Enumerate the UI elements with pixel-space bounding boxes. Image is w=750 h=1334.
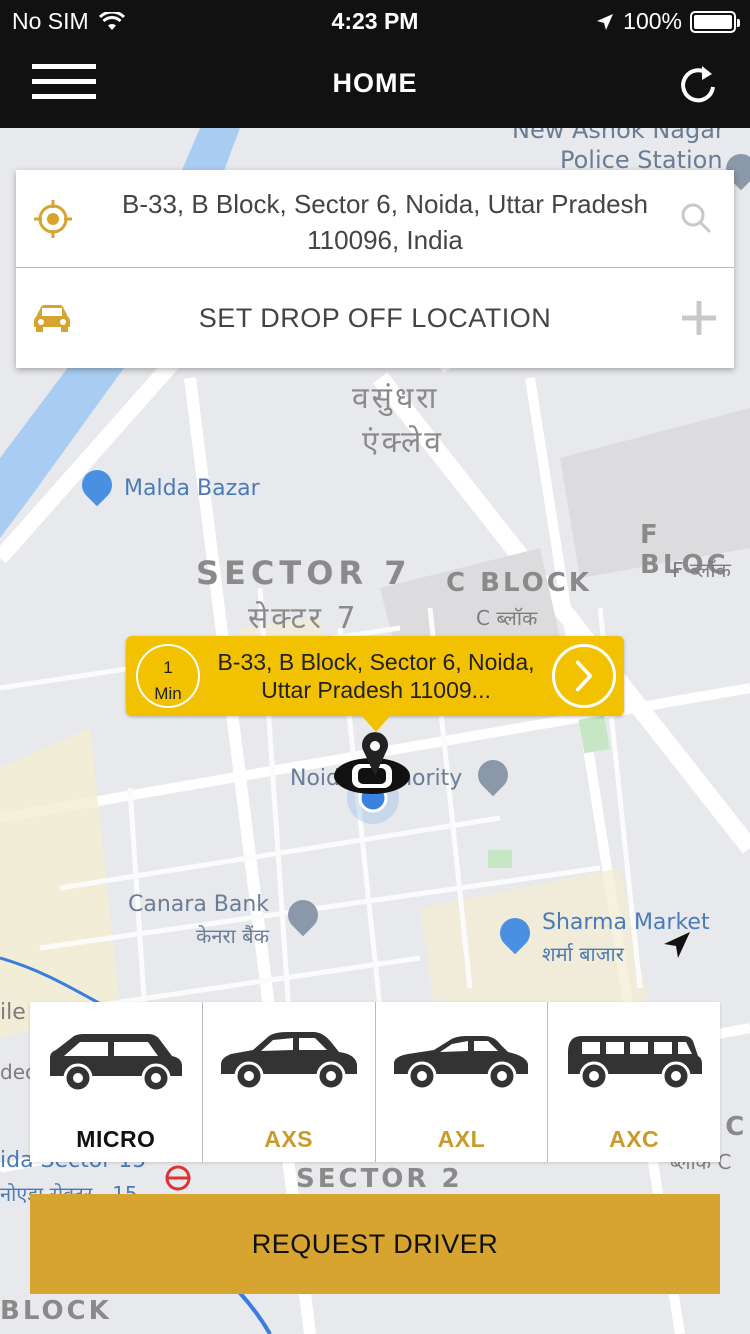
map-label-police-line1: New Ashok Nagar [512,128,725,144]
dropoff-location-field[interactable]: SET DROP OFF LOCATION [16,269,734,368]
location-arrow-icon [597,13,614,30]
map-label-vasundhara: वसुंधरा [352,381,440,416]
dropoff-placeholder: SET DROP OFF LOCATION [198,303,552,333]
pickup-location-field[interactable]: B-33, B Block, Sector 6, Noida, Uttar Pr… [16,170,734,268]
chevron-right-icon[interactable] [552,644,616,708]
eta-unit: Min [154,684,182,703]
sedan-car-icon [220,1032,357,1091]
map-label-c-block: C BLOCK [446,568,592,598]
map-label-malda-bazar[interactable]: Malda Bazar [124,476,260,501]
request-driver-button[interactable]: REQUEST DRIVER [30,1194,720,1294]
map-label-enclave: एंक्लेव [362,425,444,460]
map-label-sector2: SECTOR 2 [296,1164,463,1194]
status-bar: No SIM 4:23 PM 100% [0,0,750,40]
vehicle-label-axc: AXC [609,1126,660,1152]
map-label-sector7-hi: सेक्टर 7 [248,601,359,636]
map-label-canara-bank[interactable]: Canara Bank [128,892,269,917]
nav-bar: HOME [0,40,750,128]
vehicle-option-axs[interactable]: AXS [203,1002,376,1162]
map-label-sharma-market-hi: शर्मा बाजार [542,942,624,966]
eta-badge: 1 Min [136,644,200,708]
vehicle-label-axs: AXS [264,1126,314,1152]
vehicle-label-micro: MICRO [76,1126,156,1152]
vehicle-option-axl[interactable]: AXL [376,1002,549,1162]
vehicle-option-micro[interactable]: MICRO [30,1002,203,1162]
vehicle-selector: MICRO AXS AXL AXC [30,1002,720,1162]
hatchback-car-icon [50,1034,182,1093]
request-driver-label: REQUEST DRIVER [251,1228,499,1259]
search-icon[interactable] [680,202,712,234]
map-label-block-bottom: BLOCK [0,1296,112,1326]
eta-value: 1 [163,658,173,677]
battery-icon [690,10,740,33]
van-icon [568,1036,703,1091]
navigation-arrow-icon [664,932,690,958]
map-label-canara-bank-hi: केनरा बैंक [196,924,269,948]
battery-percent: 100% [623,8,682,34]
pickup-pin-icon [362,732,388,776]
map-label-c-block-hi: C ब्लॉक [476,606,538,630]
map-label-left-frag1: ile [0,1000,26,1025]
large-sedan-car-icon [393,1036,528,1091]
refresh-icon[interactable] [678,62,718,106]
map-label-f-block-hi: F ब्लॉक [672,558,731,582]
page-title: HOME [332,68,418,98]
map-label-sector7: SECTOR 7 [196,554,412,592]
vehicle-label-axl: AXL [437,1126,486,1152]
pickup-address-text: B-33, B Block, Sector 6, Noida, Uttar Pr… [121,189,649,255]
plus-icon[interactable] [680,299,718,337]
vehicle-option-axc[interactable]: AXC [548,1002,720,1162]
callout-address: B-33, B Block, Sector 6, Noida, Uttar Pr… [217,649,535,703]
target-location-icon [34,200,72,238]
pickup-callout[interactable]: 1 Min B-33, B Block, Sector 6, Noida, Ut… [126,636,624,732]
location-card: B-33, B Block, Sector 6, Noida, Uttar Pr… [16,170,734,368]
